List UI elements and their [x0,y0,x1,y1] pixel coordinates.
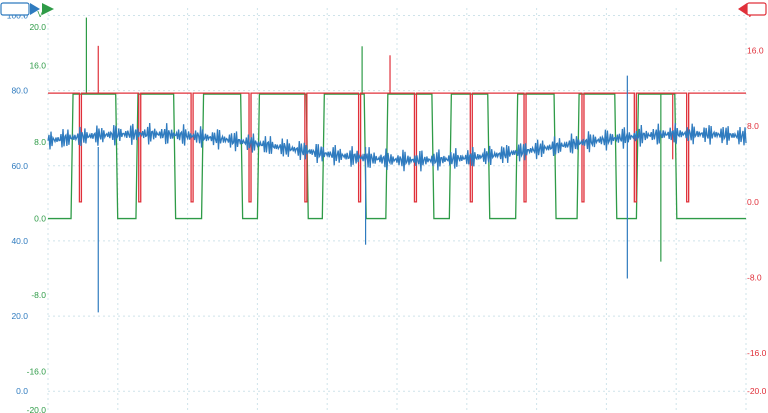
tick-label-voltage_b: 0.0 [747,197,759,207]
tick-label-voltage_b: -16.0 [747,348,767,358]
tick-label-voltage_b: -8.0 [747,273,762,283]
tick-label-voltage_b: -20.0 [747,386,767,396]
left-channel-marker[interactable] [0,2,54,16]
tick-label-voltage_a: -16.0 [27,367,47,377]
tick-label-voltage_a: -20.0 [27,405,47,413]
tick-label-current: 0.0 [16,386,28,396]
channel-markers [0,2,767,16]
tick-label-current: 60.0 [11,161,28,171]
tick-label-voltage_a: -8.0 [31,290,46,300]
tick-label-current: 20.0 [11,311,28,321]
tick-label-voltage_a: 8.0 [34,137,46,147]
tick-label-voltage_b: 8.0 [747,121,759,131]
oscilloscope-chart: V20.016.08.00.0-8.0-16.0-20.0A100.080.06… [0,2,767,413]
chart-grid [47,8,747,410]
tick-label-current: 40.0 [11,236,28,246]
tick-label-voltage_a: 16.0 [29,60,46,70]
tick-label-voltage_a: 20.0 [29,22,46,32]
right-channel-marker[interactable] [738,2,767,16]
tick-label-voltage_a: 0.0 [34,214,46,224]
tick-label-voltage_b: 16.0 [747,46,764,56]
axis-tick-labels: V20.016.08.00.0-8.0-16.0-20.0A100.080.06… [7,8,767,413]
tick-label-current: 80.0 [11,86,28,96]
